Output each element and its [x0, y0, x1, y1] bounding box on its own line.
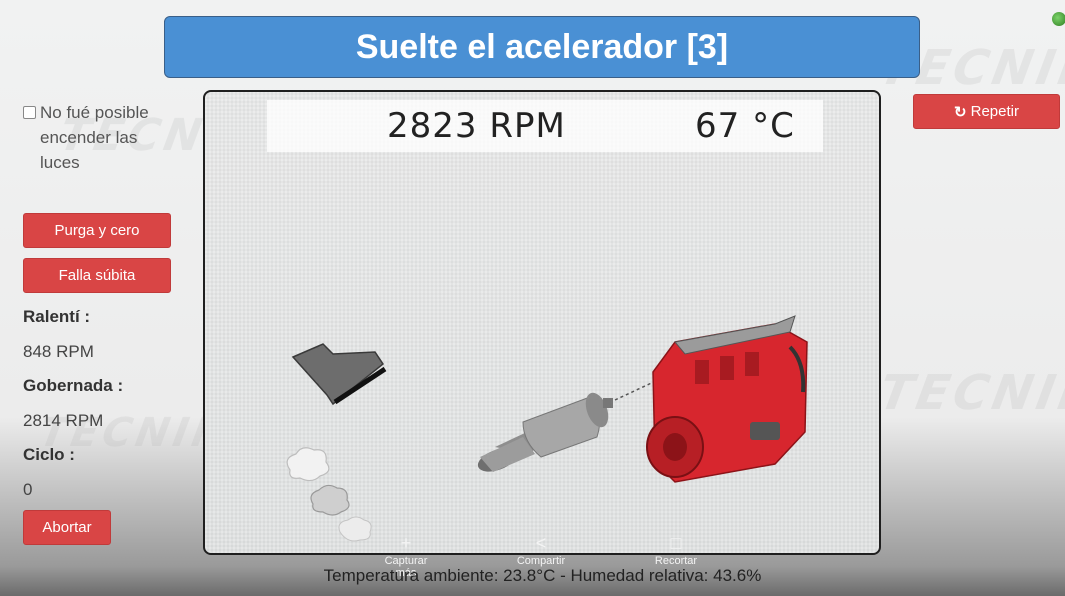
share-button[interactable]: < Compartir — [511, 533, 571, 567]
plus-icon: + — [400, 533, 412, 553]
cycle-label: Ciclo : — [23, 445, 75, 464]
checkbox-box[interactable] — [23, 106, 36, 119]
share-icon: < — [535, 533, 547, 553]
cycle-value: 0 — [23, 480, 33, 499]
governed-label: Gobernada : — [23, 376, 124, 395]
abort-button[interactable]: Abortar — [23, 510, 111, 545]
sudden-failure-button[interactable]: Falla súbita — [23, 258, 171, 293]
page-title: Suelte el acelerador [3] — [164, 16, 920, 78]
engine-scene — [286, 315, 808, 542]
crop-icon: □ — [670, 533, 682, 553]
refresh-icon: ↻ — [954, 103, 967, 121]
pedal-icon — [291, 343, 387, 406]
crop-button[interactable]: □ Recortar — [646, 533, 706, 567]
engine-viewer: 2823 RPM 67 °C — [203, 90, 881, 555]
status-indicator — [1052, 12, 1065, 26]
checkbox-label: No fué posible encender las luces — [40, 103, 149, 172]
repeat-label: Repetir — [970, 103, 1019, 120]
engine-icon — [646, 315, 808, 483]
exhaust-icon — [477, 371, 676, 472]
repeat-button[interactable]: ↻ Repetir — [913, 94, 1060, 129]
lights-failed-checkbox[interactable]: No fué posible encender las luces — [23, 100, 173, 175]
smoke-icon — [286, 447, 372, 542]
ambient-readings: Temperatura ambiente: 23.8°C - Humedad r… — [323, 566, 762, 585]
governed-value: 2814 RPM — [23, 411, 104, 430]
idle-value: 848 RPM — [23, 342, 94, 361]
idle-label: Ralentí : — [23, 307, 91, 326]
sidebar: No fué posible encender las luces — [23, 100, 173, 175]
purge-zero-button[interactable]: Purga y cero — [23, 213, 171, 248]
watermark-text: TECNIMAQ — [875, 365, 1065, 421]
